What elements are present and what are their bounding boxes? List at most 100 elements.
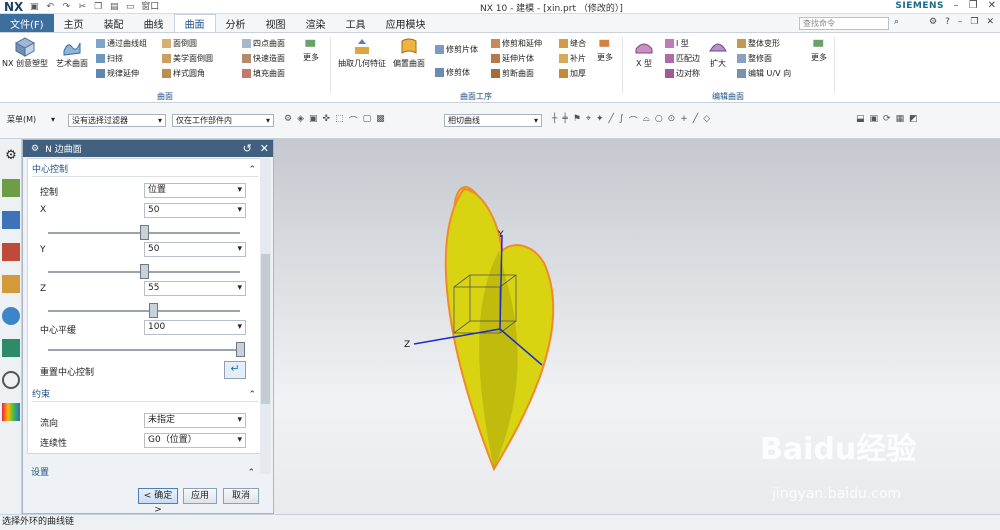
palette-icon[interactable] <box>2 403 20 421</box>
reset-center-button[interactable]: ↵ <box>224 361 246 379</box>
clock-icon[interactable] <box>2 371 20 389</box>
rectangle-select-icon[interactable]: ⬚ <box>335 114 344 127</box>
minimize-icon[interactable]: – <box>954 0 959 11</box>
view-orient-icon[interactable]: ⬓ <box>856 114 865 124</box>
undo-icon[interactable]: ↶ <box>45 2 55 12</box>
constraint-navigator-icon[interactable] <box>2 243 20 261</box>
tab-applications[interactable]: 应用模块 <box>376 14 436 32</box>
gear-icon[interactable]: ⚙ <box>929 17 937 27</box>
section-constraints[interactable]: 约束 ⌃ <box>32 388 258 402</box>
minimize-ribbon-icon[interactable]: – <box>958 17 963 27</box>
feature-curve-icon[interactable]: ⚑ <box>573 114 581 127</box>
redo-icon[interactable]: ↷ <box>61 2 71 12</box>
extend-sheet-button[interactable]: 延伸片体 <box>491 53 534 64</box>
section-settings[interactable]: 设置 ⌃ <box>31 466 257 480</box>
tab-assembly[interactable]: 装配 <box>94 14 134 32</box>
restore-icon[interactable]: ❐ <box>969 0 978 11</box>
sew-button[interactable]: 缝合 <box>559 38 586 49</box>
refit-face-button[interactable]: 整修面 <box>737 53 772 64</box>
chevron-up-icon[interactable]: ⌃ <box>247 466 255 480</box>
through-curves-button[interactable]: 通过曲线组 <box>96 38 147 49</box>
reset-icon[interactable]: ↺ <box>243 142 252 155</box>
tab-surface[interactable]: 曲面 <box>173 14 216 32</box>
point-icon[interactable]: ⌖ <box>586 114 591 127</box>
edge-symmetry-button[interactable]: 边对称 <box>665 68 700 79</box>
global-shaping-button[interactable]: 整体变形 <box>737 38 780 49</box>
plus-icon[interactable]: + <box>680 114 688 127</box>
curve-icon[interactable]: ∫ <box>619 114 624 127</box>
four-point-surface-button[interactable]: 四点曲面 <box>242 38 285 49</box>
close-part-icon[interactable]: ✕ <box>986 17 994 27</box>
select-body-icon[interactable]: ◈ <box>297 114 304 127</box>
x-slider-handle[interactable] <box>139 225 149 240</box>
quadrant-icon[interactable]: ◇ <box>703 114 710 127</box>
y-slider-handle[interactable] <box>139 264 149 279</box>
assembly-navigator-icon[interactable] <box>2 211 20 229</box>
offset-surface-button[interactable]: 偏置曲面 <box>389 37 429 69</box>
section-center-control[interactable]: 中心控制 ⌃ <box>32 163 258 177</box>
control-dropdown[interactable]: 位置 <box>144 183 246 198</box>
scrollbar-thumb[interactable] <box>261 254 270 404</box>
flow-direction-dropdown[interactable]: 未指定 <box>144 413 246 428</box>
history-icon[interactable] <box>2 339 20 357</box>
trim-body-button[interactable]: 修剪体 <box>435 67 470 78</box>
window-icon[interactable]: ▭ <box>125 2 135 12</box>
rapid-surfacing-button[interactable]: 快速造面 <box>242 53 285 64</box>
law-extension-button[interactable]: 规律延伸 <box>96 68 139 79</box>
window-menu[interactable]: 窗口 <box>141 2 159 12</box>
follow-curve-icon[interactable]: ╪ <box>562 114 567 127</box>
slash-icon[interactable]: ╱ <box>693 114 698 127</box>
more-edit-button[interactable]: 更多 <box>805 37 833 63</box>
tangent-icon[interactable]: ⌒ <box>629 114 638 127</box>
z-value-field[interactable]: 55 <box>144 281 246 296</box>
aesthetic-face-blend-button[interactable]: 美学面倒圆 <box>162 53 213 64</box>
thicken-button[interactable]: 加厚 <box>559 68 586 79</box>
line-icon[interactable]: ╱ <box>609 114 614 127</box>
trim-and-extend-button[interactable]: 修剪和延伸 <box>491 38 542 49</box>
tab-render[interactable]: 渲染 <box>296 14 336 32</box>
paste-icon[interactable]: ▤ <box>109 2 119 12</box>
nx-realize-shape-button[interactable]: NX 创意塑型 <box>2 37 48 69</box>
gear-icon[interactable]: ⚙ <box>31 144 39 154</box>
arc-icon[interactable]: ⌓ <box>643 114 650 127</box>
z-slider-track[interactable] <box>48 310 240 312</box>
edit-uv-direction-button[interactable]: 编辑 U/V 向 <box>737 68 791 79</box>
i-form-button[interactable]: I 型 <box>665 38 689 49</box>
gear-icon[interactable]: ⚙ <box>2 147 20 165</box>
trim-sheet-button[interactable]: 修剪片体 <box>435 44 478 55</box>
patch-button[interactable]: 补片 <box>559 53 586 64</box>
continuity-dropdown[interactable]: G0（位置） <box>144 433 246 448</box>
styled-blend-button[interactable]: 样式圆角 <box>162 68 205 79</box>
divide-face-button[interactable]: 剪断曲面 <box>491 68 534 79</box>
select-feature-icon[interactable]: ⚙ <box>284 114 292 127</box>
fill-surface-button[interactable]: 填充曲面 <box>242 68 285 79</box>
x-form-button[interactable]: X 型 <box>625 37 663 69</box>
match-edge-button[interactable]: 匹配边 <box>665 53 700 64</box>
ok-button[interactable]: < 确定 > <box>138 488 178 515</box>
square-icon[interactable]: ▢ <box>363 114 372 127</box>
center-flat-field[interactable]: 100 <box>144 320 246 335</box>
web-browser-icon[interactable] <box>2 307 20 325</box>
face-blend-button[interactable]: 面倒圆 <box>162 38 197 49</box>
lasso-icon[interactable]: ⌒ <box>349 114 358 127</box>
more-operations-button[interactable]: 更多 <box>591 37 619 63</box>
main-menu-button[interactable]: 菜单(M) <box>4 114 58 127</box>
x-value-field[interactable]: 50 <box>144 203 246 218</box>
apply-button[interactable]: 应用 <box>183 488 217 504</box>
center-flat-slider-track[interactable] <box>48 349 240 351</box>
swept-button[interactable]: 扫掠 <box>96 53 123 64</box>
render-style-icon[interactable]: ▣ <box>870 114 879 124</box>
copy-icon[interactable]: ❐ <box>93 2 103 12</box>
studio-surface-button[interactable]: 艺术曲面 <box>52 37 92 69</box>
layout-icon[interactable]: ▦ <box>896 114 905 124</box>
refresh-icon[interactable]: ⟳ <box>883 114 891 124</box>
cube-icon[interactable]: ▩ <box>376 114 385 127</box>
close-icon[interactable]: ✕ <box>260 142 269 155</box>
restore-ribbon-icon[interactable]: ❐ <box>970 17 978 27</box>
reuse-library-icon[interactable] <box>2 275 20 293</box>
save-icon[interactable]: ▣ <box>29 2 39 12</box>
y-value-field[interactable]: 50 <box>144 242 246 257</box>
tab-view[interactable]: 视图 <box>256 14 296 32</box>
center-icon[interactable]: ⊙ <box>668 114 676 127</box>
part-navigator-icon[interactable] <box>2 179 20 197</box>
